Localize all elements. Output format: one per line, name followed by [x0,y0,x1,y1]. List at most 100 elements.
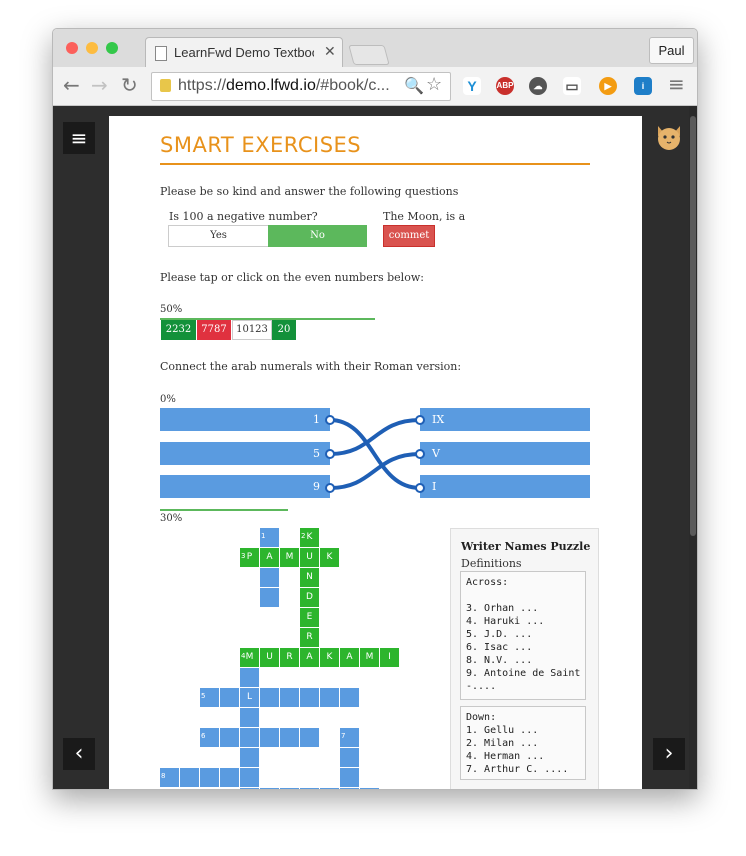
crossword-cell[interactable] [240,728,259,747]
crossword-cell[interactable] [260,728,279,747]
crossword-cell[interactable]: 8 [160,768,179,787]
crossword-cell[interactable] [260,788,279,789]
crossword-cell[interactable] [320,788,339,789]
arab-numeral-item[interactable]: 9 [160,475,330,498]
info-extension-icon[interactable]: i [634,77,652,95]
adblock-icon[interactable]: ABP [496,77,514,95]
chevron-right-icon[interactable]: › [653,738,685,770]
connector-dot[interactable] [415,449,425,459]
arab-numeral-item[interactable]: 1 [160,408,330,431]
crossword-cell[interactable] [300,788,319,789]
roman-numeral-item[interactable]: IX [420,408,590,431]
crossword-cell[interactable] [260,568,279,587]
y-extension-icon[interactable]: Y [463,77,481,95]
cloud-upload-icon[interactable]: ☁ [529,77,547,95]
crossword-cell[interactable]: M [280,548,299,567]
close-window-icon[interactable] [66,42,78,54]
crossword-cell[interactable] [240,668,259,687]
roman-numeral-item[interactable]: V [420,442,590,465]
chevron-left-icon[interactable]: ‹ [63,738,95,770]
crossword-cell[interactable] [280,688,299,707]
crossword-cell[interactable] [180,768,199,787]
crossword-cell[interactable]: D [300,588,319,607]
connector-dot[interactable] [415,415,425,425]
crossword-cell[interactable]: 6 [200,728,219,747]
connector-dot[interactable] [415,483,425,493]
crossword-cell[interactable]: U [300,548,319,567]
crossword-cell[interactable] [340,768,359,787]
crossword-cell[interactable]: M [360,648,379,667]
crossword-cell[interactable]: R [280,648,299,667]
cast-icon[interactable]: ▭ [563,77,581,95]
reload-icon[interactable]: ↻ [121,73,138,97]
roman-numeral-item[interactable]: I [420,475,590,498]
close-tab-icon[interactable]: ✕ [324,43,336,60]
yes-option[interactable]: Yes [168,225,269,247]
crossword-cell[interactable]: 7 [340,728,359,747]
search-icon[interactable]: 🔍 [404,76,424,96]
connector-dot[interactable] [325,449,335,459]
connector-dot[interactable] [325,483,335,493]
scrollbar-thumb[interactable] [690,116,696,536]
crossword-cell[interactable] [240,768,259,787]
crossword-cell[interactable] [220,768,239,787]
crossword-cell[interactable] [300,688,319,707]
crossword-cell[interactable] [200,768,219,787]
arab-numeral-item[interactable]: 5 [160,442,330,465]
crossword-cell[interactable] [340,788,359,789]
question-1-text: Is 100 a negative number? [169,210,318,223]
crossword-cell[interactable] [300,728,319,747]
bookmark-star-icon[interactable]: ☆ [426,74,442,95]
moon-answer-badge[interactable]: commet [383,225,435,247]
crossword-cell[interactable]: 2K [300,528,319,547]
crossword-cell[interactable]: 4M [240,648,259,667]
crossword-cell[interactable] [260,688,279,707]
minimize-window-icon[interactable] [86,42,98,54]
profile-button[interactable]: Paul [649,37,694,64]
crossword-cell[interactable] [260,588,279,607]
crossword-cell[interactable] [240,708,259,727]
cat-avatar-icon[interactable] [655,122,683,152]
crossword-cell[interactable]: E [300,608,319,627]
hamburger-menu-icon[interactable]: ≡ [63,122,95,154]
crossword-cell[interactable]: 3P [240,548,259,567]
number-tile[interactable]: 2232 [161,320,196,340]
crossword-cell[interactable] [340,748,359,767]
no-option[interactable]: No [268,225,367,247]
number-tile[interactable]: 7787 [197,320,231,340]
new-tab-button[interactable] [348,45,390,65]
textbook-page: SMART EXERCISES Please be so kind and an… [109,116,642,789]
forward-icon[interactable]: → [91,73,108,97]
crossword-cell[interactable]: N [300,568,319,587]
crossword-cell[interactable]: 1 [260,528,279,547]
crossword-cell[interactable] [340,688,359,707]
crossword-cell[interactable]: K [320,648,339,667]
crossword-cell[interactable]: L [240,688,259,707]
question-2-text: The Moon, is a [383,210,466,223]
crossword-cell[interactable] [240,748,259,767]
connector-dot[interactable] [325,415,335,425]
crossword-cell[interactable]: 5 [200,688,219,707]
crossword-cell[interactable] [240,788,259,789]
browser-tab[interactable]: LearnFwd Demo Textbook ✕ [145,37,343,68]
crossword-cell[interactable]: R [300,628,319,647]
chrome-menu-icon[interactable]: ≡ [668,72,685,96]
back-icon[interactable]: ← [63,73,80,97]
address-bar[interactable]: https://demo.lfwd.io/#book/c... 🔍 ☆ [151,72,451,101]
crossword-cell[interactable]: A [300,648,319,667]
crossword-cell[interactable] [360,788,379,789]
play-extension-icon[interactable]: ▶ [599,77,617,95]
crossword-cell[interactable] [320,688,339,707]
crossword-cell[interactable]: K [320,548,339,567]
crossword-cell[interactable]: A [260,548,279,567]
crossword-cell[interactable] [220,728,239,747]
crossword-cell[interactable] [280,728,299,747]
crossword-cell[interactable] [220,688,239,707]
zoom-window-icon[interactable] [106,42,118,54]
number-tile[interactable]: 20 [272,320,296,340]
crossword-cell[interactable]: U [260,648,279,667]
crossword-cell[interactable]: A [340,648,359,667]
number-tile[interactable]: 10123 [232,320,272,340]
crossword-cell[interactable]: I [380,648,399,667]
crossword-cell[interactable] [280,788,299,789]
